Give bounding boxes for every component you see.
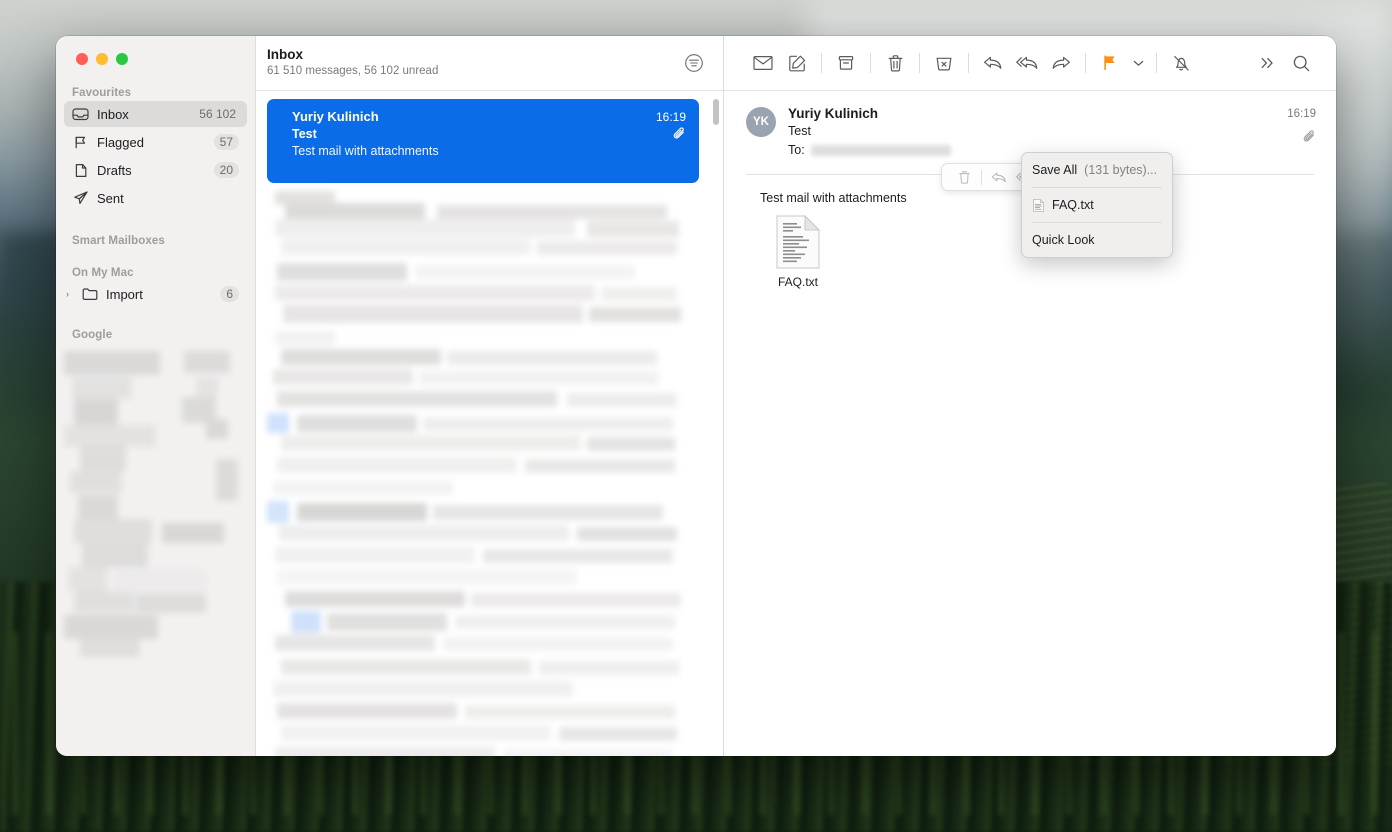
toolbar-separator bbox=[1085, 53, 1086, 73]
sidebar-item-count: 56 102 bbox=[199, 107, 236, 121]
menu-item-label: Save All bbox=[1032, 163, 1078, 177]
sidebar-item-label: Sent bbox=[97, 190, 124, 206]
message-list-scrollbar[interactable] bbox=[713, 99, 719, 125]
delete-button[interactable] bbox=[878, 49, 912, 77]
folder-icon bbox=[81, 286, 98, 303]
sidebar-item-flagged[interactable]: Flagged 57 bbox=[64, 129, 247, 155]
reading-pane: YK Yuriy Kulinich Test To: 16:19 Test ma… bbox=[724, 36, 1336, 756]
page-title: Inbox bbox=[267, 47, 303, 62]
message-sender: Yuriy Kulinich bbox=[292, 109, 379, 124]
mark-unread-button[interactable] bbox=[746, 49, 780, 77]
reply-button[interactable] bbox=[986, 166, 1012, 188]
toolbar-separator bbox=[981, 169, 982, 185]
sidebar-item-label: Flagged bbox=[97, 134, 144, 150]
maximize-button[interactable] bbox=[116, 53, 128, 65]
sidebar-item-drafts[interactable]: Drafts 20 bbox=[64, 157, 247, 183]
reply-all-button[interactable] bbox=[1010, 49, 1044, 77]
redacted-message-rows[interactable] bbox=[267, 191, 723, 756]
paperclip-icon bbox=[673, 127, 686, 141]
chevron-right-icon[interactable]: › bbox=[62, 289, 73, 299]
message-list-header: Inbox 61 510 messages, 56 102 unread bbox=[256, 36, 723, 91]
minimize-button[interactable] bbox=[96, 53, 108, 65]
sidebar-section-title: On My Mac bbox=[72, 267, 134, 279]
sidebar: Favourites Inbox 56 102 Flagged 57 Draft… bbox=[56, 36, 256, 756]
sidebar-item-label: Import bbox=[106, 286, 143, 302]
junk-button[interactable] bbox=[927, 49, 961, 77]
message-sender-name: Yuriy Kulinich bbox=[788, 106, 879, 121]
paperclip-icon bbox=[1287, 130, 1316, 144]
flag-menu-button[interactable] bbox=[1127, 49, 1149, 77]
sidebar-section-title: Google bbox=[72, 329, 113, 341]
redacted-mailbox-list bbox=[64, 347, 247, 659]
desktop-wallpaper: Favourites Inbox 56 102 Flagged 57 Draft… bbox=[0, 0, 1392, 832]
flag-icon bbox=[72, 134, 89, 151]
more-button[interactable] bbox=[1250, 49, 1284, 77]
menu-separator bbox=[1032, 187, 1162, 188]
sidebar-group-smart-mailboxes: Smart Mailboxes bbox=[56, 235, 255, 247]
attachment-item[interactable]: FAQ.txt bbox=[760, 215, 836, 289]
toolbar-separator bbox=[1156, 53, 1157, 73]
sidebar-item-inbox[interactable]: Inbox 56 102 bbox=[64, 101, 247, 127]
menu-item-label: FAQ.txt bbox=[1052, 198, 1094, 212]
sidebar-item-label: Drafts bbox=[97, 162, 132, 178]
mute-button[interactable] bbox=[1164, 49, 1198, 77]
text-document-icon bbox=[760, 215, 836, 269]
menu-separator bbox=[1032, 222, 1162, 223]
sidebar-group-on-my-mac: On My Mac › Import 6 bbox=[56, 267, 255, 307]
sidebar-section-title: Smart Mailboxes bbox=[72, 235, 165, 247]
close-button[interactable] bbox=[76, 53, 88, 65]
sent-icon bbox=[72, 190, 89, 207]
message-list-panel: Inbox 61 510 messages, 56 102 unread Yur… bbox=[256, 36, 724, 756]
sidebar-item-label: Inbox bbox=[97, 106, 129, 122]
message-list-body[interactable]: Yuriy Kulinich 16:19 Test Test mail with… bbox=[256, 91, 723, 756]
avatar: YK bbox=[746, 107, 776, 137]
toolbar-separator bbox=[870, 53, 871, 73]
inbox-icon bbox=[72, 106, 89, 123]
sidebar-section-title: Favourites bbox=[72, 87, 132, 99]
sidebar-item-sent[interactable]: Sent bbox=[64, 185, 247, 211]
menu-item-faq-txt[interactable]: FAQ.txt bbox=[1022, 193, 1172, 217]
menu-item-save-all[interactable]: Save All (131 bytes)... bbox=[1022, 158, 1172, 182]
toolbar-separator bbox=[821, 53, 822, 73]
sidebar-group-favourites: Favourites Inbox 56 102 Flagged 57 Draft… bbox=[56, 87, 255, 211]
sidebar-group-google: Google bbox=[56, 329, 255, 659]
message-time: 16:19 bbox=[1287, 108, 1316, 120]
sidebar-item-count: 6 bbox=[220, 286, 239, 302]
toolbar-separator bbox=[968, 53, 969, 73]
sidebar-item-count: 20 bbox=[213, 162, 239, 178]
message-list-item-selected[interactable]: Yuriy Kulinich 16:19 Test Test mail with… bbox=[267, 99, 699, 183]
message-time: 16:19 bbox=[655, 110, 686, 124]
message-preview: Test mail with attachments bbox=[292, 144, 439, 158]
mail-toolbar bbox=[724, 36, 1336, 91]
message-body: Test mail with attachments FAQ.txt bbox=[724, 175, 1336, 756]
archive-button[interactable] bbox=[829, 49, 863, 77]
attachment-popup-menu: Save All (131 bytes)... FAQ.txt Quick Lo… bbox=[1021, 152, 1173, 258]
toolbar-separator bbox=[919, 53, 920, 73]
forward-button[interactable] bbox=[1044, 49, 1078, 77]
mail-window: Favourites Inbox 56 102 Flagged 57 Draft… bbox=[56, 36, 1336, 756]
menu-item-label: Quick Look bbox=[1032, 233, 1095, 247]
message-header: YK Yuriy Kulinich Test To: 16:19 bbox=[724, 91, 1336, 160]
message-count-status: 61 510 messages, 56 102 unread bbox=[267, 65, 439, 77]
delete-button[interactable] bbox=[951, 166, 977, 188]
message-subject: Test bbox=[292, 127, 317, 141]
sidebar-item-count: 57 bbox=[213, 134, 239, 150]
menu-item-quick-look[interactable]: Quick Look bbox=[1022, 228, 1172, 252]
reply-button[interactable] bbox=[976, 49, 1010, 77]
text-document-icon bbox=[1032, 198, 1045, 212]
sidebar-item-import[interactable]: › Import 6 bbox=[64, 281, 247, 307]
filter-icon[interactable] bbox=[683, 52, 705, 74]
compose-button[interactable] bbox=[780, 49, 814, 77]
attachment-filename: FAQ.txt bbox=[777, 275, 818, 289]
redacted-recipient bbox=[810, 145, 951, 156]
menu-item-detail: (131 bytes)... bbox=[1084, 163, 1158, 177]
flag-button[interactable] bbox=[1093, 49, 1127, 77]
message-subject: Test bbox=[788, 124, 811, 138]
to-label: To: bbox=[788, 143, 805, 157]
window-controls bbox=[56, 36, 255, 65]
search-button[interactable] bbox=[1284, 49, 1318, 77]
drafts-icon bbox=[72, 162, 89, 179]
